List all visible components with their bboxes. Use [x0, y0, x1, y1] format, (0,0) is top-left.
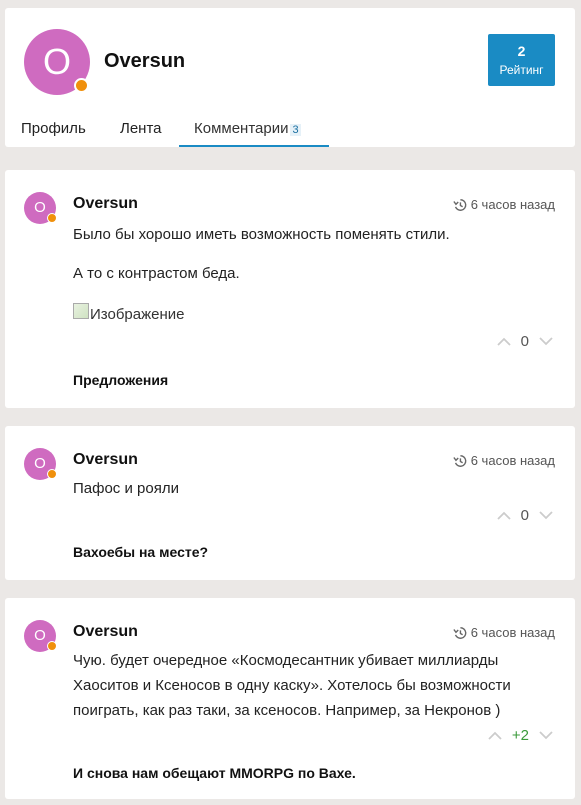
- comment-topic-link[interactable]: Предложения: [73, 372, 168, 388]
- comment-text: А то с контрастом беда.: [73, 265, 240, 282]
- comment-text: Пафос и рояли: [73, 480, 179, 497]
- comment-text: Чую. будет очередное «Космодесантник уби…: [73, 652, 511, 719]
- broken-image-icon: [73, 302, 89, 319]
- vote-control: 0: [497, 507, 553, 524]
- comment-topic-link[interactable]: И снова нам обещают MMORPG по Вахе.: [73, 765, 356, 781]
- tab-comments[interactable]: Комментарии 3: [194, 120, 301, 137]
- vote-up-icon[interactable]: [497, 511, 511, 520]
- comment-author[interactable]: Oversun: [73, 195, 138, 213]
- comment-card: O Oversun 6 часов назад Пафос и рояли 0 …: [5, 426, 575, 580]
- vote-up-icon[interactable]: [497, 337, 511, 346]
- vote-control: 0: [497, 333, 553, 350]
- comment-image[interactable]: Изображение: [73, 302, 185, 323]
- profile-name: Oversun: [104, 50, 186, 72]
- comment-text: Было бы хорошо иметь возможность поменят…: [73, 226, 450, 243]
- vote-count: 0: [520, 333, 529, 350]
- online-status-dot: [47, 641, 57, 651]
- profile-header: O Oversun 2 Рейтинг Профиль Лента Коммен…: [5, 8, 575, 147]
- history-icon: [453, 454, 467, 468]
- comment-time[interactable]: 6 часов назад: [453, 625, 555, 640]
- tab-comments-label: Комментарии: [194, 120, 289, 137]
- comment-time[interactable]: 6 часов назад: [453, 197, 555, 212]
- comment-time-text: 6 часов назад: [470, 625, 555, 640]
- tab-comments-count: 3: [290, 124, 301, 136]
- profile-tabs: Профиль Лента Комментарии 3: [5, 116, 575, 147]
- history-icon: [453, 626, 467, 640]
- comment-card: O Oversun 6 часов назад Чую. будет очере…: [5, 598, 575, 799]
- history-icon: [453, 198, 467, 212]
- comment-time-text: 6 часов назад: [470, 197, 555, 212]
- vote-down-icon[interactable]: [539, 731, 553, 740]
- comment-time-text: 6 часов назад: [470, 453, 555, 468]
- comment-author[interactable]: Oversun: [73, 451, 138, 469]
- comment-card: O Oversun 6 часов назад Было бы хорошо и…: [5, 170, 575, 408]
- vote-up-icon[interactable]: [488, 731, 502, 740]
- online-status-dot: [47, 213, 57, 223]
- rating-value: 2: [517, 43, 526, 59]
- vote-control: +2: [488, 727, 553, 744]
- rating-badge[interactable]: 2 Рейтинг: [488, 34, 555, 86]
- online-status-dot: [74, 78, 89, 93]
- comment-topic-link[interactable]: Вахоебы на месте?: [73, 544, 208, 560]
- vote-down-icon[interactable]: [539, 511, 553, 520]
- tab-feed[interactable]: Лента: [120, 120, 162, 137]
- active-tab-indicator: [179, 145, 329, 147]
- image-alt-text: Изображение: [90, 306, 185, 323]
- online-status-dot: [47, 469, 57, 479]
- rating-label: Рейтинг: [499, 63, 544, 77]
- vote-count: 0: [520, 507, 529, 524]
- comment-time[interactable]: 6 часов назад: [453, 453, 555, 468]
- vote-down-icon[interactable]: [539, 337, 553, 346]
- comment-author[interactable]: Oversun: [73, 623, 138, 641]
- tab-profile[interactable]: Профиль: [21, 120, 86, 137]
- vote-count: +2: [511, 727, 529, 744]
